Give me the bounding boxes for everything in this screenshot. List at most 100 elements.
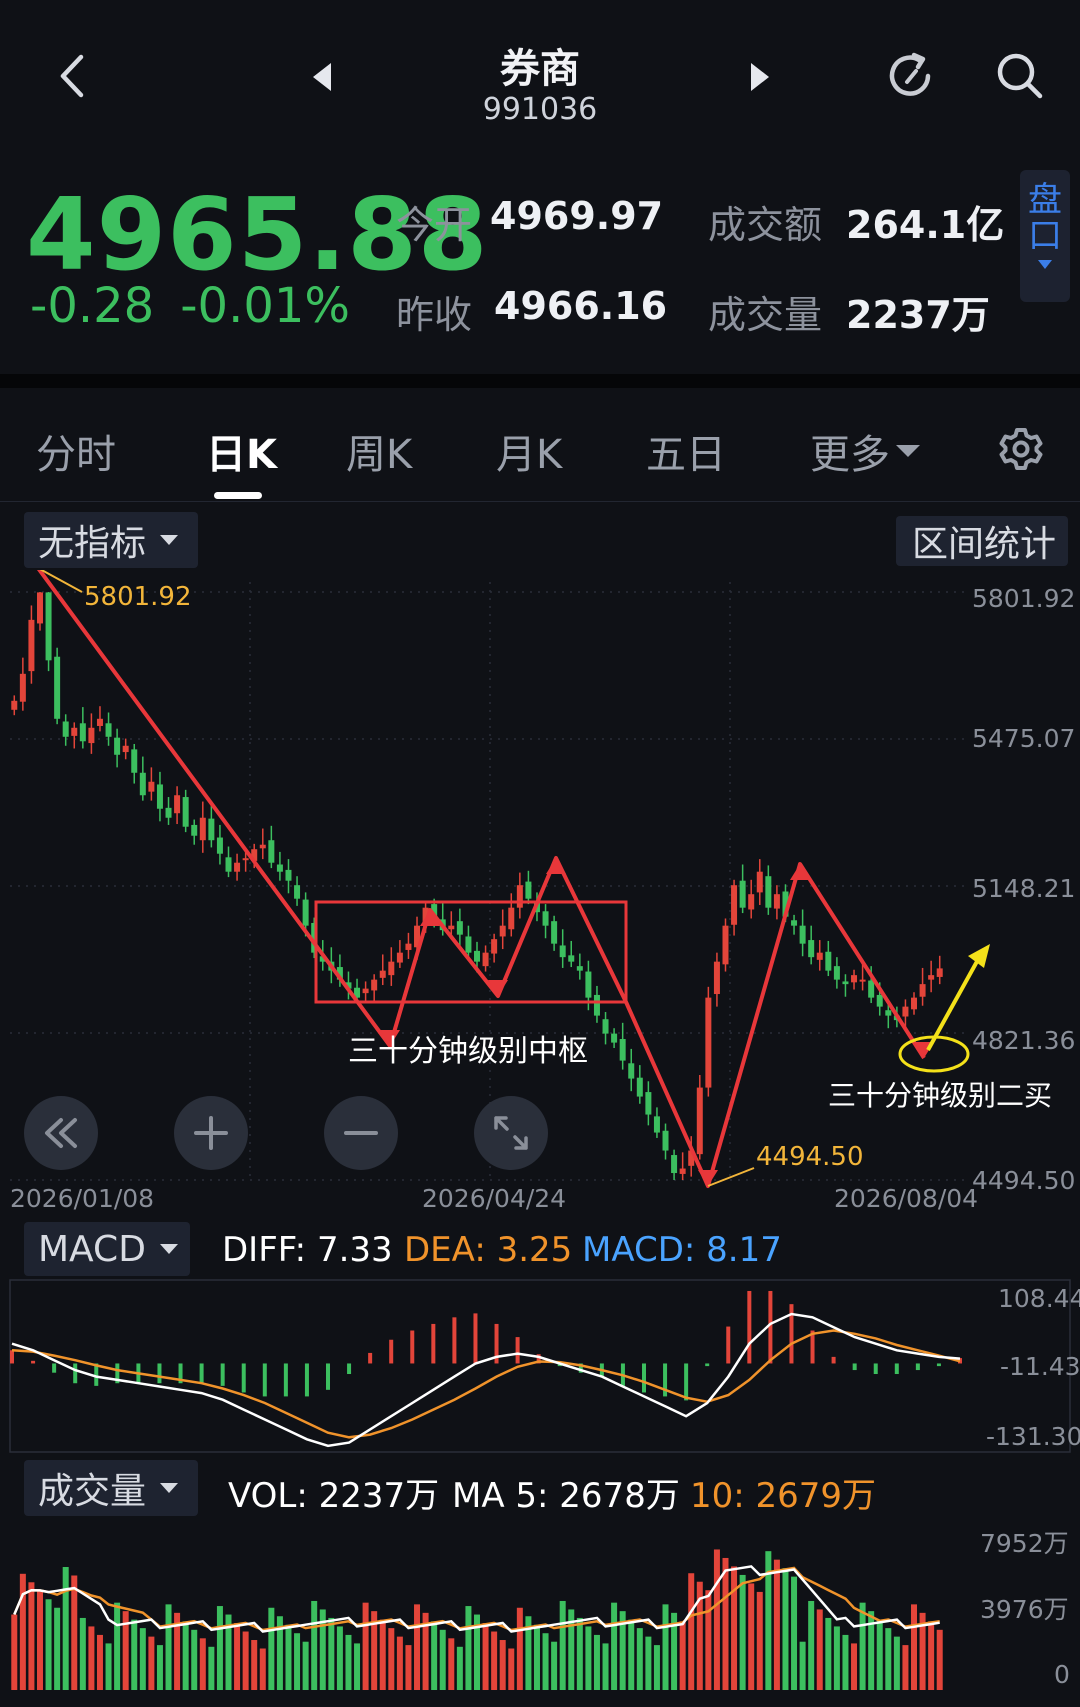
candle-body	[748, 894, 755, 910]
candle-body	[791, 920, 798, 926]
volume-bar	[533, 1624, 540, 1690]
volume-bar	[551, 1641, 558, 1690]
volume-bar	[165, 1604, 172, 1690]
volume-bar	[448, 1638, 455, 1690]
macd-bar	[326, 1363, 330, 1390]
macd-dea-value: DEA: 3.25	[404, 1230, 573, 1270]
stroke-arrowhead	[546, 858, 566, 874]
volume-y-tick: 3976万	[980, 1595, 1069, 1624]
candle-body	[225, 857, 232, 872]
zoom-in-button[interactable]	[174, 1096, 248, 1170]
macd-select[interactable]: MACD	[24, 1222, 190, 1276]
candle-body	[71, 727, 78, 736]
tab-daily-k[interactable]: 日K	[206, 422, 277, 480]
candle-body	[208, 818, 215, 841]
prev-stock-button[interactable]	[302, 52, 342, 102]
volume-ma5-value: MA 5: 2678万	[452, 1476, 680, 1516]
tab-weekly-k[interactable]: 周K	[346, 422, 412, 480]
volume-bar	[508, 1648, 515, 1690]
candle-body	[516, 885, 523, 908]
volume-bar	[191, 1629, 198, 1690]
volume-bar	[739, 1574, 746, 1690]
volume-bar	[911, 1604, 918, 1690]
candle-body	[713, 961, 720, 995]
change-percent: -0.01%	[180, 278, 351, 334]
next-stock-button[interactable]	[740, 52, 780, 102]
candle-body	[371, 979, 378, 991]
volume-select[interactable]: 成交量	[24, 1460, 198, 1516]
volume-bar	[405, 1645, 412, 1690]
back-button[interactable]	[46, 48, 96, 104]
volume-bar	[902, 1645, 909, 1690]
candle-body	[191, 824, 198, 836]
candle-body	[636, 1077, 643, 1097]
volume-bar	[885, 1628, 892, 1690]
candle-body	[816, 952, 823, 960]
volume-bar	[756, 1591, 763, 1690]
prev-close-label: 昨收	[396, 293, 473, 337]
candle-body	[199, 817, 206, 841]
search-button[interactable]	[990, 46, 1050, 106]
tab-monthly-k[interactable]: 月K	[496, 422, 562, 480]
refresh-button[interactable]	[880, 46, 940, 106]
tab-five-day[interactable]: 五日	[646, 422, 726, 480]
macd-y-tick: -11.43	[1000, 1352, 1080, 1381]
tab-more-label: 更多	[810, 432, 890, 478]
candle-body	[131, 749, 138, 773]
order-book-label-2: 口	[1028, 216, 1062, 256]
volume-bar	[499, 1640, 506, 1690]
volume-bar	[431, 1621, 438, 1690]
volume-bar	[268, 1607, 275, 1690]
volume-bar	[114, 1602, 121, 1690]
scroll-to-start-button[interactable]	[24, 1096, 98, 1170]
volume-bar	[748, 1583, 755, 1690]
macd-bar	[642, 1363, 646, 1393]
minus-icon	[344, 1131, 378, 1135]
volume-bar	[773, 1559, 780, 1690]
macd-border	[9, 1279, 1071, 1453]
candle-body	[542, 911, 549, 926]
volume-bar	[139, 1628, 146, 1690]
candle-body	[36, 592, 43, 624]
range-stats-button[interactable]: 区间统计	[896, 516, 1068, 566]
volume-bar	[542, 1633, 549, 1690]
volume-bar	[928, 1621, 935, 1690]
gear-icon	[999, 428, 1043, 470]
volume-bar	[242, 1631, 249, 1690]
volume-y-tick: 0	[1054, 1660, 1070, 1689]
settings-button[interactable]	[994, 422, 1048, 476]
macd-bar	[389, 1339, 394, 1364]
candle-body	[148, 781, 155, 792]
candle-body	[825, 951, 832, 971]
candle-body	[122, 745, 129, 753]
volume-bar	[285, 1624, 292, 1690]
x-tick-label: 2026/04/24	[422, 1184, 567, 1213]
volume-bar	[516, 1607, 523, 1690]
volume-value: 2237万	[846, 293, 990, 337]
volume-bar	[19, 1573, 26, 1690]
tab-more[interactable]: 更多	[810, 422, 920, 480]
macd-y-tick: 108.44	[998, 1284, 1080, 1313]
volume-bar	[54, 1607, 61, 1690]
candle-body	[379, 970, 386, 978]
candle-body	[88, 727, 95, 744]
candle-body	[79, 723, 86, 742]
volume-bar	[302, 1641, 309, 1690]
tabs-divider	[0, 501, 1080, 502]
volume-bar	[345, 1634, 352, 1690]
macd-bar	[831, 1356, 836, 1364]
indicator-select[interactable]: 无指标	[24, 512, 198, 568]
high-price-marker: 5801.92	[84, 582, 192, 612]
candle-body	[525, 881, 532, 899]
fullscreen-button[interactable]	[474, 1096, 548, 1170]
tab-intraday[interactable]: 分时	[36, 422, 116, 480]
volume-bar	[791, 1576, 798, 1690]
order-book-toggle[interactable]: 盘 口	[1020, 170, 1070, 302]
candle-body	[474, 950, 480, 962]
macd-bar	[73, 1363, 78, 1384]
candle-body	[285, 869, 292, 881]
macd-bar	[936, 1363, 941, 1367]
candle-body	[645, 1092, 652, 1115]
zoom-out-button[interactable]	[324, 1096, 398, 1170]
candle-body	[19, 673, 26, 702]
